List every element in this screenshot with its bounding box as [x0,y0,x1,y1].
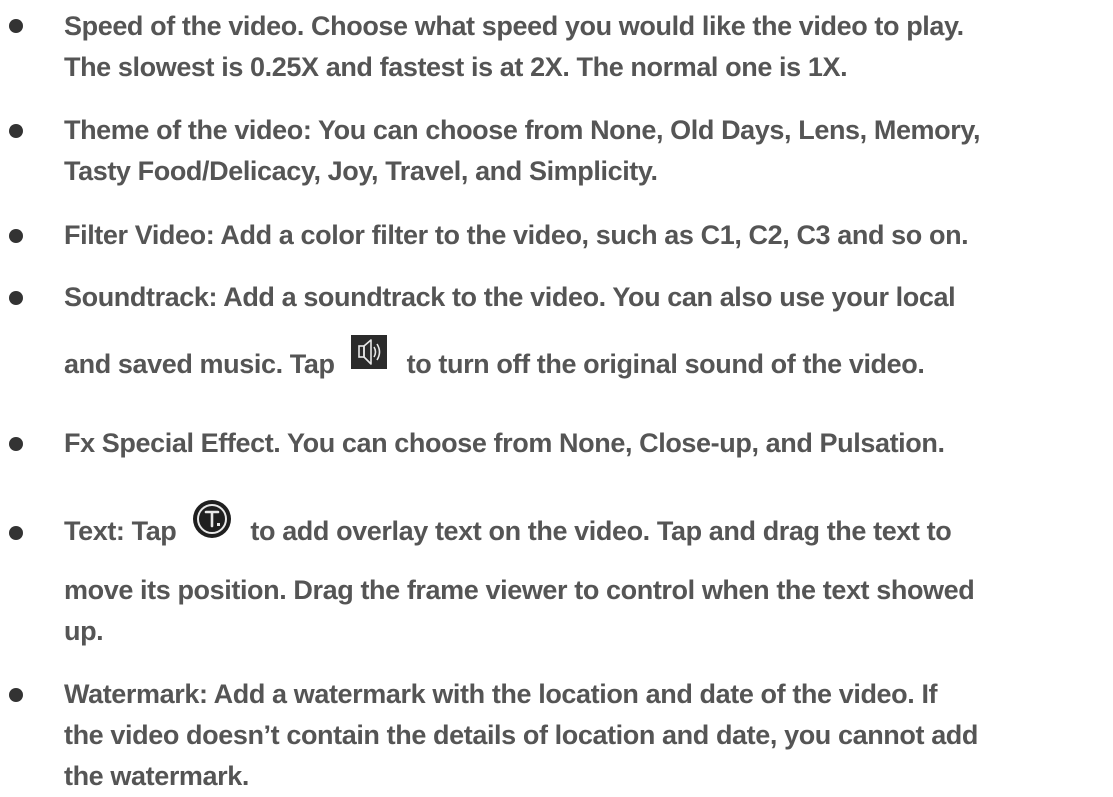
bullet-text-segment: and saved music. Tap [64,349,335,379]
bullet-text-line: Fx Special Effect. You can choose from N… [64,428,945,458]
bullet-text-line-with-icon: and saved music. Tap to turn off the ori… [64,334,925,385]
bullet-dot [9,19,23,33]
bullet-text-line: Soundtrack: Add a soundtrack to the vide… [64,282,956,312]
bullet-dot [9,229,23,243]
speaker-icon [350,334,387,369]
bullet-dot [9,124,23,138]
bullet-text-line: Theme of the video: You can choose from … [64,115,981,145]
bullet-text-line: Speed of the video. Choose what speed yo… [64,11,964,41]
bullet-text-line: Filter Video: Add a color filter to the … [64,220,969,250]
bullet-dot [9,526,23,540]
bullet-text-line: up. [64,616,104,646]
bullet-text-line: The slowest is 0.25X and fastest is at 2… [64,52,848,82]
bullet-text-line: Watermark: Add a watermark with the loca… [64,679,938,709]
bullet-text-line: Tasty Food/Delicacy, Joy, Travel, and Si… [64,156,658,186]
bullet-dot [9,437,23,451]
bullet-text-line: move its position. Drag the frame viewer… [64,575,975,605]
bullet-dot [9,291,23,305]
bullet-text-segment: to add overlay text on the video. Tap an… [250,516,952,546]
bullet-dot [9,688,23,702]
text-overlay-icon [192,499,232,539]
bullet-text-segment: Text: Tap [64,516,177,546]
bullet-text-line: the video doesn’t contain the details of… [64,720,978,750]
bullet-text-segment: to turn off the original sound of the vi… [406,349,925,379]
bullet-text-line-with-icon: Text: Tap to add overlay text on the vid… [64,499,952,552]
